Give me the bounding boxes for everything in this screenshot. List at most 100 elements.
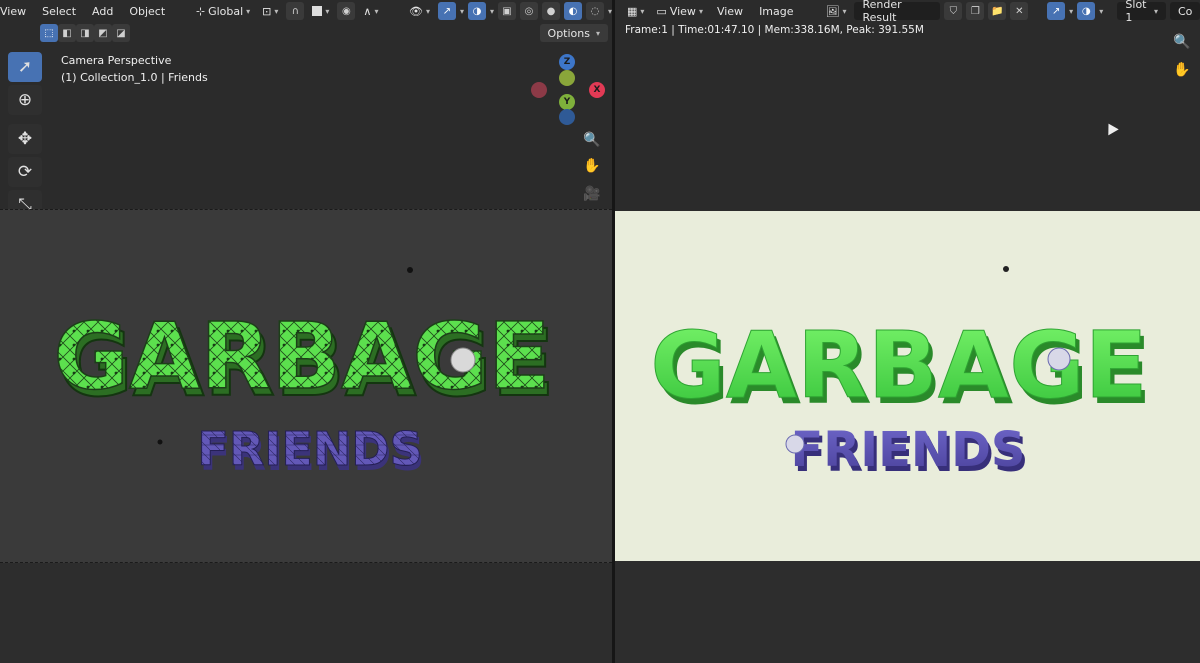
x-neg-axis-ball[interactable] — [531, 82, 547, 98]
mouse-cursor-icon — [1103, 120, 1119, 136]
light-object[interactable] — [407, 267, 413, 273]
shading-rendered[interactable]: ◌ — [585, 2, 604, 20]
shading-material[interactable]: ◐ — [563, 2, 582, 20]
chevron-down-icon: ▾ — [640, 6, 645, 16]
fake-user-button[interactable]: ⛉ — [944, 2, 963, 20]
gizmo-toggle[interactable]: ↗ — [1047, 2, 1066, 20]
xray-icon: ▣ — [502, 5, 512, 17]
transform-orientation-dropdown[interactable]: ⊹ Global ▾ — [192, 2, 254, 20]
select-subtract-mode[interactable]: ◨ — [76, 24, 94, 42]
gizmo-toggle[interactable]: ↗ — [437, 2, 456, 20]
image-browse-dropdown[interactable]: 🖼 ▾ — [821, 2, 850, 20]
chevron-down-icon[interactable]: ▾ — [1069, 7, 1073, 16]
move-icon: ✥ — [17, 129, 33, 149]
falloff-dropdown[interactable]: ∧ ▾ — [359, 2, 382, 20]
view-mode-dropdown[interactable]: ▭ View ▾ — [652, 2, 707, 20]
proportional-icon: ◉ — [342, 5, 351, 17]
chevron-down-icon: ▾ — [842, 6, 847, 16]
3d-viewport[interactable]: View Select Add Object ⊹ Global ▾ ⊡ ▾ ∩ ▾… — [0, 0, 612, 663]
tool-rotate[interactable]: ⟳ — [8, 157, 42, 187]
solid-sphere-icon: ● — [546, 5, 556, 17]
friends-wireframe-model[interactable]: FRIENDS FRIENDS — [197, 422, 425, 482]
visibility-dropdown[interactable]: 👁 ▾ — [405, 2, 434, 20]
menu-view[interactable]: View — [0, 5, 32, 18]
hand-icon: ✋ — [583, 158, 601, 174]
wireframe-sphere-icon: ◎ — [524, 5, 534, 17]
menu-image[interactable]: Image — [753, 5, 799, 18]
select-extend-mode[interactable]: ◧ — [58, 24, 76, 42]
editor-type-dropdown[interactable]: ▦ ▾ — [623, 2, 648, 20]
shading-solid[interactable]: ● — [541, 2, 560, 20]
chevron-down-icon: ▾ — [274, 6, 279, 16]
pan-button[interactable]: ✋ — [1170, 58, 1194, 82]
garbage-wireframe-model[interactable]: GARBAGE GARBAGE — [53, 302, 556, 418]
zoom-button[interactable]: 🔍 — [1170, 30, 1194, 54]
chevron-down-icon: ▾ — [325, 6, 330, 16]
x-axis-ball[interactable]: X — [589, 82, 605, 98]
shield-icon: ⛉ — [949, 5, 958, 17]
proportional-editing-toggle[interactable]: ◉ — [337, 2, 356, 20]
pivot-point-dropdown[interactable]: ⊡ ▾ — [258, 2, 282, 20]
menu-view[interactable]: View — [711, 5, 749, 18]
tool-select-box[interactable]: ➚ — [8, 52, 42, 82]
y-neg-axis-ball[interactable] — [559, 70, 575, 86]
character-sphere[interactable] — [450, 347, 476, 373]
select-invert-mode[interactable]: ◩ — [94, 24, 112, 42]
menu-add[interactable]: Add — [86, 5, 119, 18]
render-stats: Frame:1 | Time:01:47.10 | Mem:338.16M, P… — [625, 24, 924, 36]
composite-dropdown[interactable]: Co — [1170, 2, 1200, 20]
close-icon: ✕ — [1015, 5, 1024, 17]
select-subtract-icon: ◨ — [80, 27, 90, 39]
snap-toggle[interactable]: ∩ — [286, 2, 305, 20]
tool-move[interactable]: ✥ — [8, 124, 42, 154]
new-image-button[interactable]: ❐ — [966, 2, 985, 20]
friends-render: FRIENDS FRIENDS — [791, 422, 1029, 483]
tool-cursor[interactable]: ⊕ — [8, 85, 42, 115]
garbage-text: GARBAGE — [53, 303, 550, 410]
z-axis-ball[interactable]: Z — [559, 54, 575, 70]
chevron-down-icon[interactable]: ▾ — [490, 7, 494, 16]
image-name-field[interactable]: Render Result — [854, 0, 941, 24]
fly-render — [1003, 266, 1009, 272]
chevron-down-icon: ▾ — [1153, 6, 1158, 16]
xray-toggle[interactable]: ▣ — [497, 2, 516, 20]
overlays-toggle[interactable]: ◑ — [467, 2, 486, 20]
z-neg-axis-ball[interactable] — [559, 109, 575, 125]
navigation-gizmo[interactable]: Z X Y — [528, 54, 608, 126]
menu-object[interactable]: Object — [123, 5, 171, 18]
chevron-down-icon[interactable]: ▾ — [460, 7, 464, 16]
empty-object[interactable] — [157, 439, 163, 445]
chevron-down-icon: ▾ — [374, 6, 379, 16]
snap-target-dropdown[interactable]: ▾ — [308, 2, 333, 20]
zoom-button[interactable]: 🔍 — [580, 128, 604, 152]
material-sphere-icon: ◐ — [568, 5, 578, 17]
viewport-header: View Select Add Object ⊹ Global ▾ ⊡ ▾ ∩ ▾… — [0, 0, 612, 22]
slot-dropdown[interactable]: Slot 1 ▾ — [1117, 0, 1166, 24]
render-result-image[interactable]: GARBAGE GARBAGE FRIENDS FRIENDS — [615, 211, 1200, 561]
view-icon: ▭ — [656, 4, 667, 18]
select-new-mode[interactable]: ⬚ — [40, 24, 58, 42]
pan-button[interactable]: ✋ — [580, 154, 604, 178]
image-editor-background — [615, 561, 1200, 663]
shading-wireframe[interactable]: ◎ — [519, 2, 538, 20]
camera-view-button[interactable]: 🎥 — [580, 182, 604, 206]
open-image-button[interactable]: 📁 — [988, 2, 1007, 20]
chevron-down-icon: ▾ — [246, 6, 251, 16]
chevron-down-icon[interactable]: ▾ — [1099, 7, 1103, 16]
friends-text: FRIENDS — [197, 422, 422, 476]
options-dropdown[interactable]: Options ▾ — [539, 24, 608, 42]
image-editor[interactable]: ▦ ▾ ▭ View ▾ View Image 🖼 ▾ Render Result ⛉ … — [615, 0, 1200, 663]
viewport-subtitle: (1) Collection_1.0 | Friends — [61, 71, 208, 84]
y-axis-ball[interactable]: Y — [559, 94, 575, 110]
view-mode-label: View — [669, 4, 696, 18]
image-editor-icon: ▦ — [627, 4, 638, 18]
menu-select[interactable]: Select — [36, 5, 82, 18]
render-scene: GARBAGE GARBAGE FRIENDS FRIENDS — [650, 266, 1152, 483]
unlink-image-button[interactable]: ✕ — [1010, 2, 1029, 20]
select-intersect-mode[interactable]: ◪ — [112, 24, 130, 42]
eye-icon: 👁 — [408, 4, 423, 18]
rendered-sphere-icon: ◌ — [590, 5, 600, 17]
viewport-info: Camera Perspective (1) Collection_1.0 | … — [61, 52, 208, 86]
overlays-toggle[interactable]: ◑ — [1077, 2, 1096, 20]
zoom-icon: 🔍 — [583, 132, 601, 148]
